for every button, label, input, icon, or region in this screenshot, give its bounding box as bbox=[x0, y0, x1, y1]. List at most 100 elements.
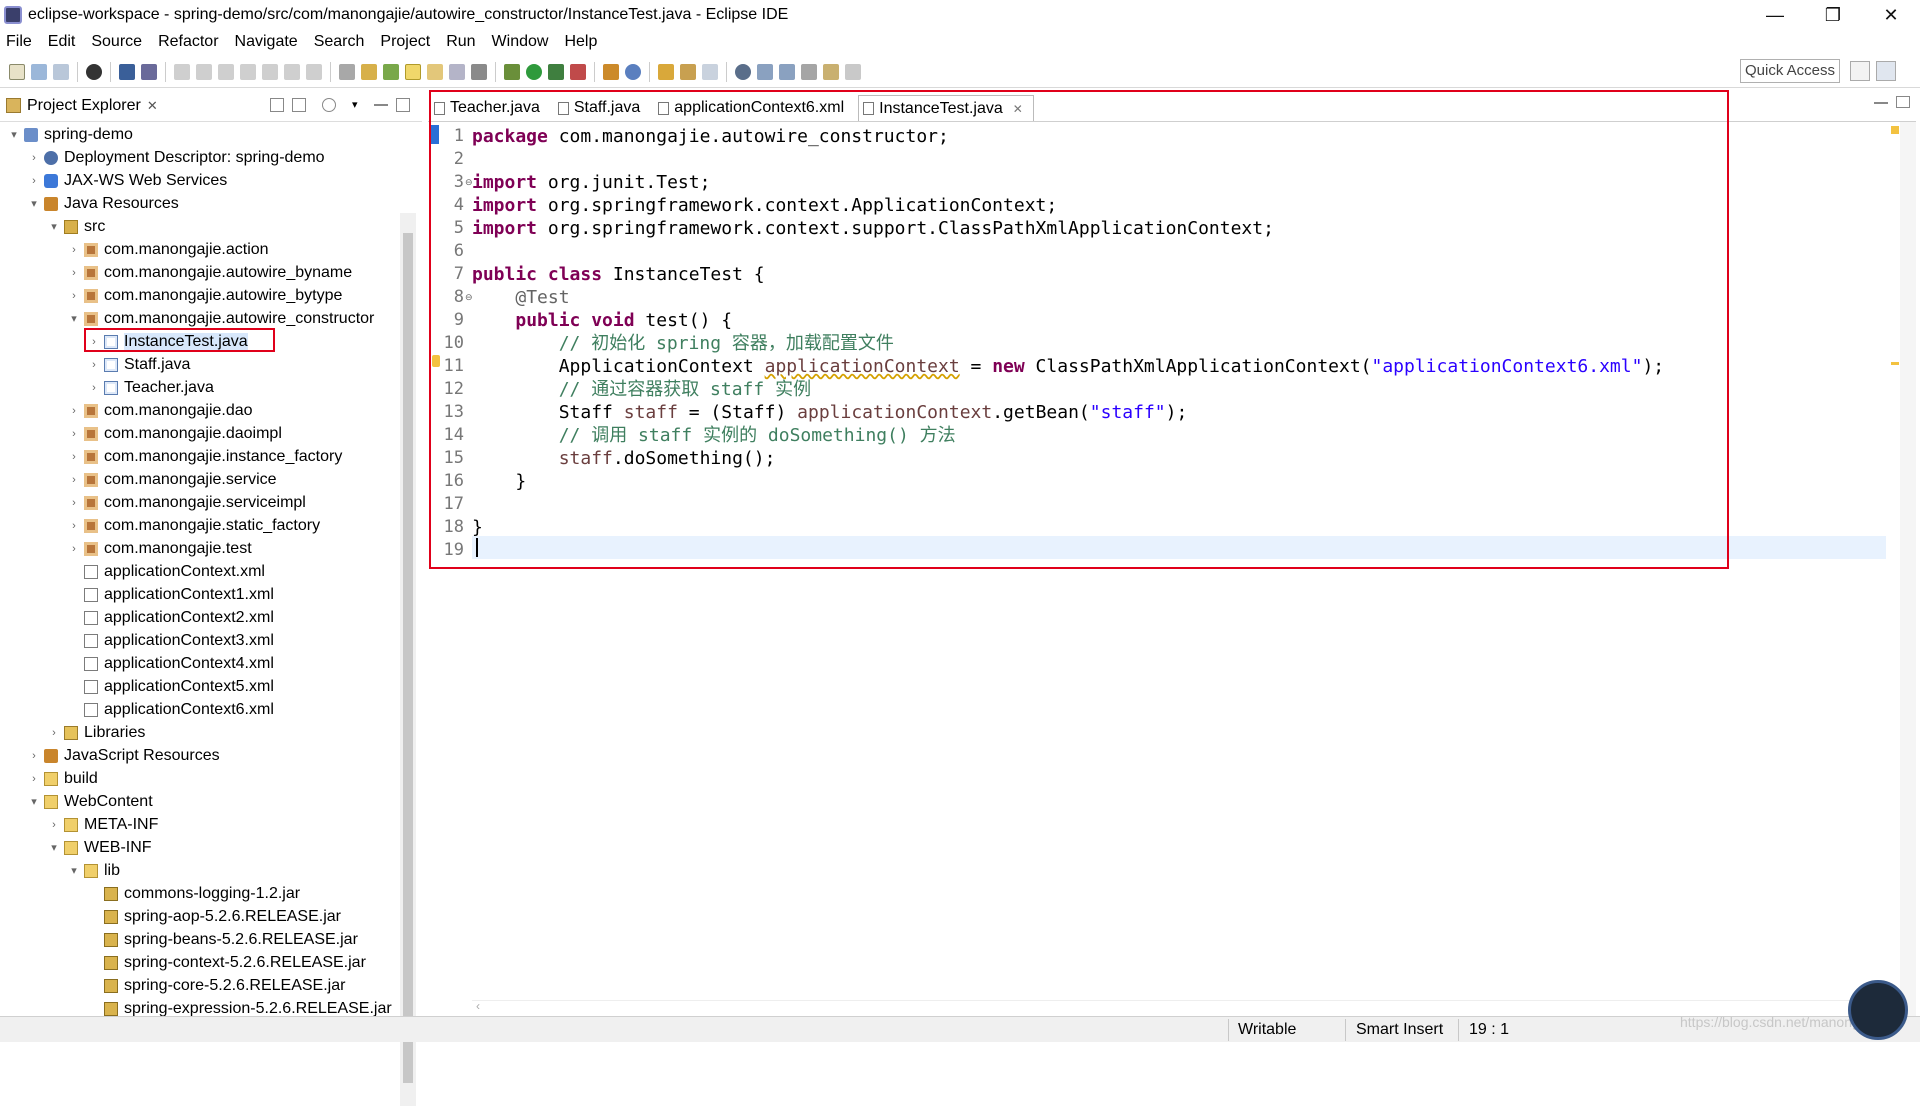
search-tool-icon[interactable] bbox=[702, 63, 718, 80]
explorer-scrollbar[interactable] bbox=[400, 213, 416, 1106]
collapsed-chevron-icon[interactable]: › bbox=[88, 382, 100, 394]
collapsed-chevron-icon[interactable]: › bbox=[68, 497, 80, 509]
menu-source[interactable]: Source bbox=[91, 33, 142, 51]
menu-search[interactable]: Search bbox=[314, 33, 365, 51]
minimize-view-icon[interactable] bbox=[374, 104, 388, 106]
expanded-chevron-icon[interactable]: ▾ bbox=[48, 841, 60, 854]
menu-window[interactable]: Window bbox=[492, 33, 549, 51]
expanded-chevron-icon[interactable]: ▾ bbox=[28, 795, 40, 808]
new-icon[interactable] bbox=[9, 63, 25, 80]
editor-horizontal-scrollbar[interactable]: ‹ bbox=[472, 999, 1892, 1016]
menu-project[interactable]: Project bbox=[380, 33, 430, 51]
maximize-button[interactable]: ❐ bbox=[1804, 0, 1862, 30]
save-all-icon[interactable] bbox=[53, 63, 69, 80]
tree-item[interactable]: ▾ com.manongajie.autowire_constructor bbox=[0, 307, 374, 330]
tree-item[interactable]: commons-logging-1.2.jar bbox=[0, 882, 300, 905]
pilcrow-icon[interactable] bbox=[471, 63, 487, 80]
expanded-chevron-icon[interactable]: ▾ bbox=[48, 220, 60, 233]
tree-item[interactable]: applicationContext.xml bbox=[0, 560, 265, 583]
menu-edit[interactable]: Edit bbox=[48, 33, 76, 51]
explorer-title[interactable]: Project Explorer bbox=[27, 97, 141, 115]
tree-item[interactable]: › Teacher.java bbox=[0, 376, 214, 399]
minimize-button[interactable]: — bbox=[1746, 0, 1804, 30]
collapsed-chevron-icon[interactable]: › bbox=[48, 819, 60, 831]
close-window-button[interactable]: ✕ bbox=[1862, 0, 1920, 30]
toggle-mark-occurrences-icon[interactable] bbox=[361, 63, 377, 80]
filter-icon[interactable] bbox=[322, 98, 336, 112]
highlight-icon[interactable] bbox=[405, 63, 421, 80]
maximize-view-icon[interactable] bbox=[396, 98, 410, 112]
show-whitespace-icon[interactable] bbox=[449, 63, 465, 80]
java-ee-perspective-icon[interactable] bbox=[1876, 61, 1896, 81]
tree-item[interactable]: ▾ lib bbox=[0, 859, 120, 882]
step-over-icon[interactable] bbox=[284, 63, 300, 80]
expanded-chevron-icon[interactable]: ▾ bbox=[68, 312, 80, 325]
open-perspective-icon[interactable] bbox=[1850, 61, 1870, 81]
tree-item[interactable]: ▾ spring-demo bbox=[0, 123, 133, 146]
editor-maximize-icon[interactable] bbox=[1896, 96, 1910, 108]
web-browser-icon[interactable] bbox=[735, 63, 751, 80]
run-icon[interactable] bbox=[526, 63, 542, 80]
debug-icon[interactable] bbox=[504, 63, 520, 80]
annotation-prev-icon[interactable] bbox=[779, 63, 795, 80]
tree-item[interactable]: ▾ WebContent bbox=[0, 790, 152, 813]
step-into-icon[interactable] bbox=[262, 63, 278, 80]
tree-item[interactable]: › com.manongajie.static_factory bbox=[0, 514, 320, 537]
skip-breakpoints-icon[interactable] bbox=[86, 63, 102, 80]
external-tools-icon[interactable] bbox=[570, 63, 586, 80]
editor-minimize-icon[interactable] bbox=[1874, 102, 1888, 104]
tree-item[interactable]: applicationContext1.xml bbox=[0, 583, 274, 606]
collapse-all-icon[interactable] bbox=[270, 98, 284, 112]
expanded-chevron-icon[interactable]: ▾ bbox=[68, 864, 80, 877]
tree-item[interactable]: › com.manongajie.daoimpl bbox=[0, 422, 282, 445]
overview-ruler[interactable] bbox=[1887, 122, 1901, 1022]
terminal-icon[interactable] bbox=[119, 63, 135, 80]
last-edit-icon[interactable] bbox=[801, 63, 817, 80]
tree-item[interactable]: › com.manongajie.service bbox=[0, 468, 276, 491]
collapsed-chevron-icon[interactable]: › bbox=[28, 175, 40, 187]
collapsed-chevron-icon[interactable]: › bbox=[68, 474, 80, 486]
use-step-filters-icon[interactable] bbox=[339, 63, 355, 80]
tree-item[interactable]: applicationContext5.xml bbox=[0, 675, 274, 698]
tree-item[interactable]: spring-context-5.2.6.RELEASE.jar bbox=[0, 951, 366, 974]
disconnect-icon[interactable] bbox=[240, 63, 256, 80]
tree-item[interactable]: › com.manongajie.instance_factory bbox=[0, 445, 342, 468]
annotation-next-icon[interactable] bbox=[757, 63, 773, 80]
terminate-icon[interactable] bbox=[218, 63, 234, 80]
toggle-breadcrumb-icon[interactable] bbox=[383, 63, 399, 80]
tree-item[interactable]: › com.manongajie.autowire_byname bbox=[0, 261, 352, 284]
debug-skip-icon[interactable] bbox=[141, 63, 157, 80]
tree-item[interactable]: applicationContext4.xml bbox=[0, 652, 274, 675]
tree-item[interactable]: › Staff.java bbox=[0, 353, 190, 376]
menu-help[interactable]: Help bbox=[564, 33, 597, 51]
tree-item[interactable]: applicationContext6.xml bbox=[0, 698, 274, 721]
expanded-chevron-icon[interactable]: ▾ bbox=[28, 197, 40, 210]
block-selection-icon[interactable] bbox=[427, 63, 443, 80]
save-icon[interactable] bbox=[31, 63, 47, 80]
tree-item[interactable]: ▾ WEB-INF bbox=[0, 836, 151, 859]
tree-item[interactable]: spring-aop-5.2.6.RELEASE.jar bbox=[0, 905, 341, 928]
view-menu-icon[interactable]: ▾ bbox=[352, 98, 366, 112]
step-return-icon[interactable] bbox=[306, 63, 322, 80]
tree-item[interactable]: › META-INF bbox=[0, 813, 158, 836]
tree-item[interactable]: ▾ src bbox=[0, 215, 105, 238]
quick-access-input[interactable]: Quick Access bbox=[1740, 59, 1840, 83]
link-with-editor-icon[interactable] bbox=[292, 98, 306, 112]
collapsed-chevron-icon[interactable]: › bbox=[68, 428, 80, 440]
tree-item[interactable]: › com.manongajie.autowire_bytype bbox=[0, 284, 342, 307]
tree-item[interactable]: applicationContext3.xml bbox=[0, 629, 274, 652]
collapsed-chevron-icon[interactable]: › bbox=[28, 750, 40, 762]
tree-item[interactable]: › com.manongajie.dao bbox=[0, 399, 252, 422]
collapsed-chevron-icon[interactable]: › bbox=[28, 152, 40, 164]
collapsed-chevron-icon[interactable]: › bbox=[68, 543, 80, 555]
forward-icon[interactable] bbox=[845, 63, 861, 80]
collapsed-chevron-icon[interactable]: › bbox=[68, 520, 80, 532]
expanded-chevron-icon[interactable]: ▾ bbox=[8, 128, 20, 141]
tree-item[interactable]: › build bbox=[0, 767, 98, 790]
editor-scrollbar[interactable] bbox=[1900, 122, 1916, 1022]
tree-item[interactable]: spring-beans-5.2.6.RELEASE.jar bbox=[0, 928, 358, 951]
tree-item[interactable]: spring-expression-5.2.6.RELEASE.jar bbox=[0, 997, 392, 1016]
tree-item[interactable]: spring-core-5.2.6.RELEASE.jar bbox=[0, 974, 345, 997]
collapsed-chevron-icon[interactable]: › bbox=[68, 405, 80, 417]
menu-run[interactable]: Run bbox=[446, 33, 475, 51]
